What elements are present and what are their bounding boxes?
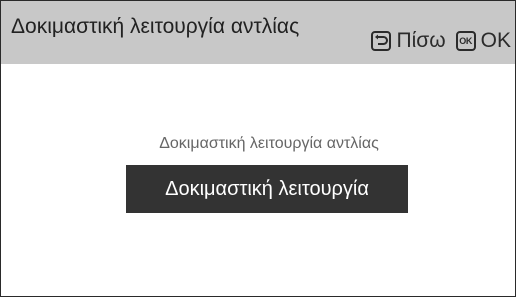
ok-label: OK bbox=[480, 29, 511, 52]
pump-test-caption: Δοκιμαστική λειτουργία αντλίας bbox=[159, 135, 379, 152]
header-bar: Δοκιμαστική λειτουργία αντλίας Πίσω OK O… bbox=[1, 1, 515, 64]
header-actions: Πίσω OK OK bbox=[371, 30, 511, 52]
ok-key-icon: OK bbox=[455, 31, 476, 51]
page-title: Δοκιμαστική λειτουργία αντλίας bbox=[11, 15, 300, 38]
start-test-button[interactable]: Δοκιμαστική λειτουργία bbox=[126, 165, 408, 213]
ok-button[interactable]: OK OK bbox=[455, 29, 511, 52]
main-content: Δοκιμαστική λειτουργία αντλίας Δοκιμαστι… bbox=[1, 64, 515, 296]
back-arrow-icon bbox=[371, 31, 392, 51]
back-label: Πίσω bbox=[396, 29, 446, 52]
back-button[interactable]: Πίσω bbox=[371, 29, 446, 52]
pump-test-screen: Δοκιμαστική λειτουργία αντλίας Πίσω OK O… bbox=[0, 0, 516, 297]
